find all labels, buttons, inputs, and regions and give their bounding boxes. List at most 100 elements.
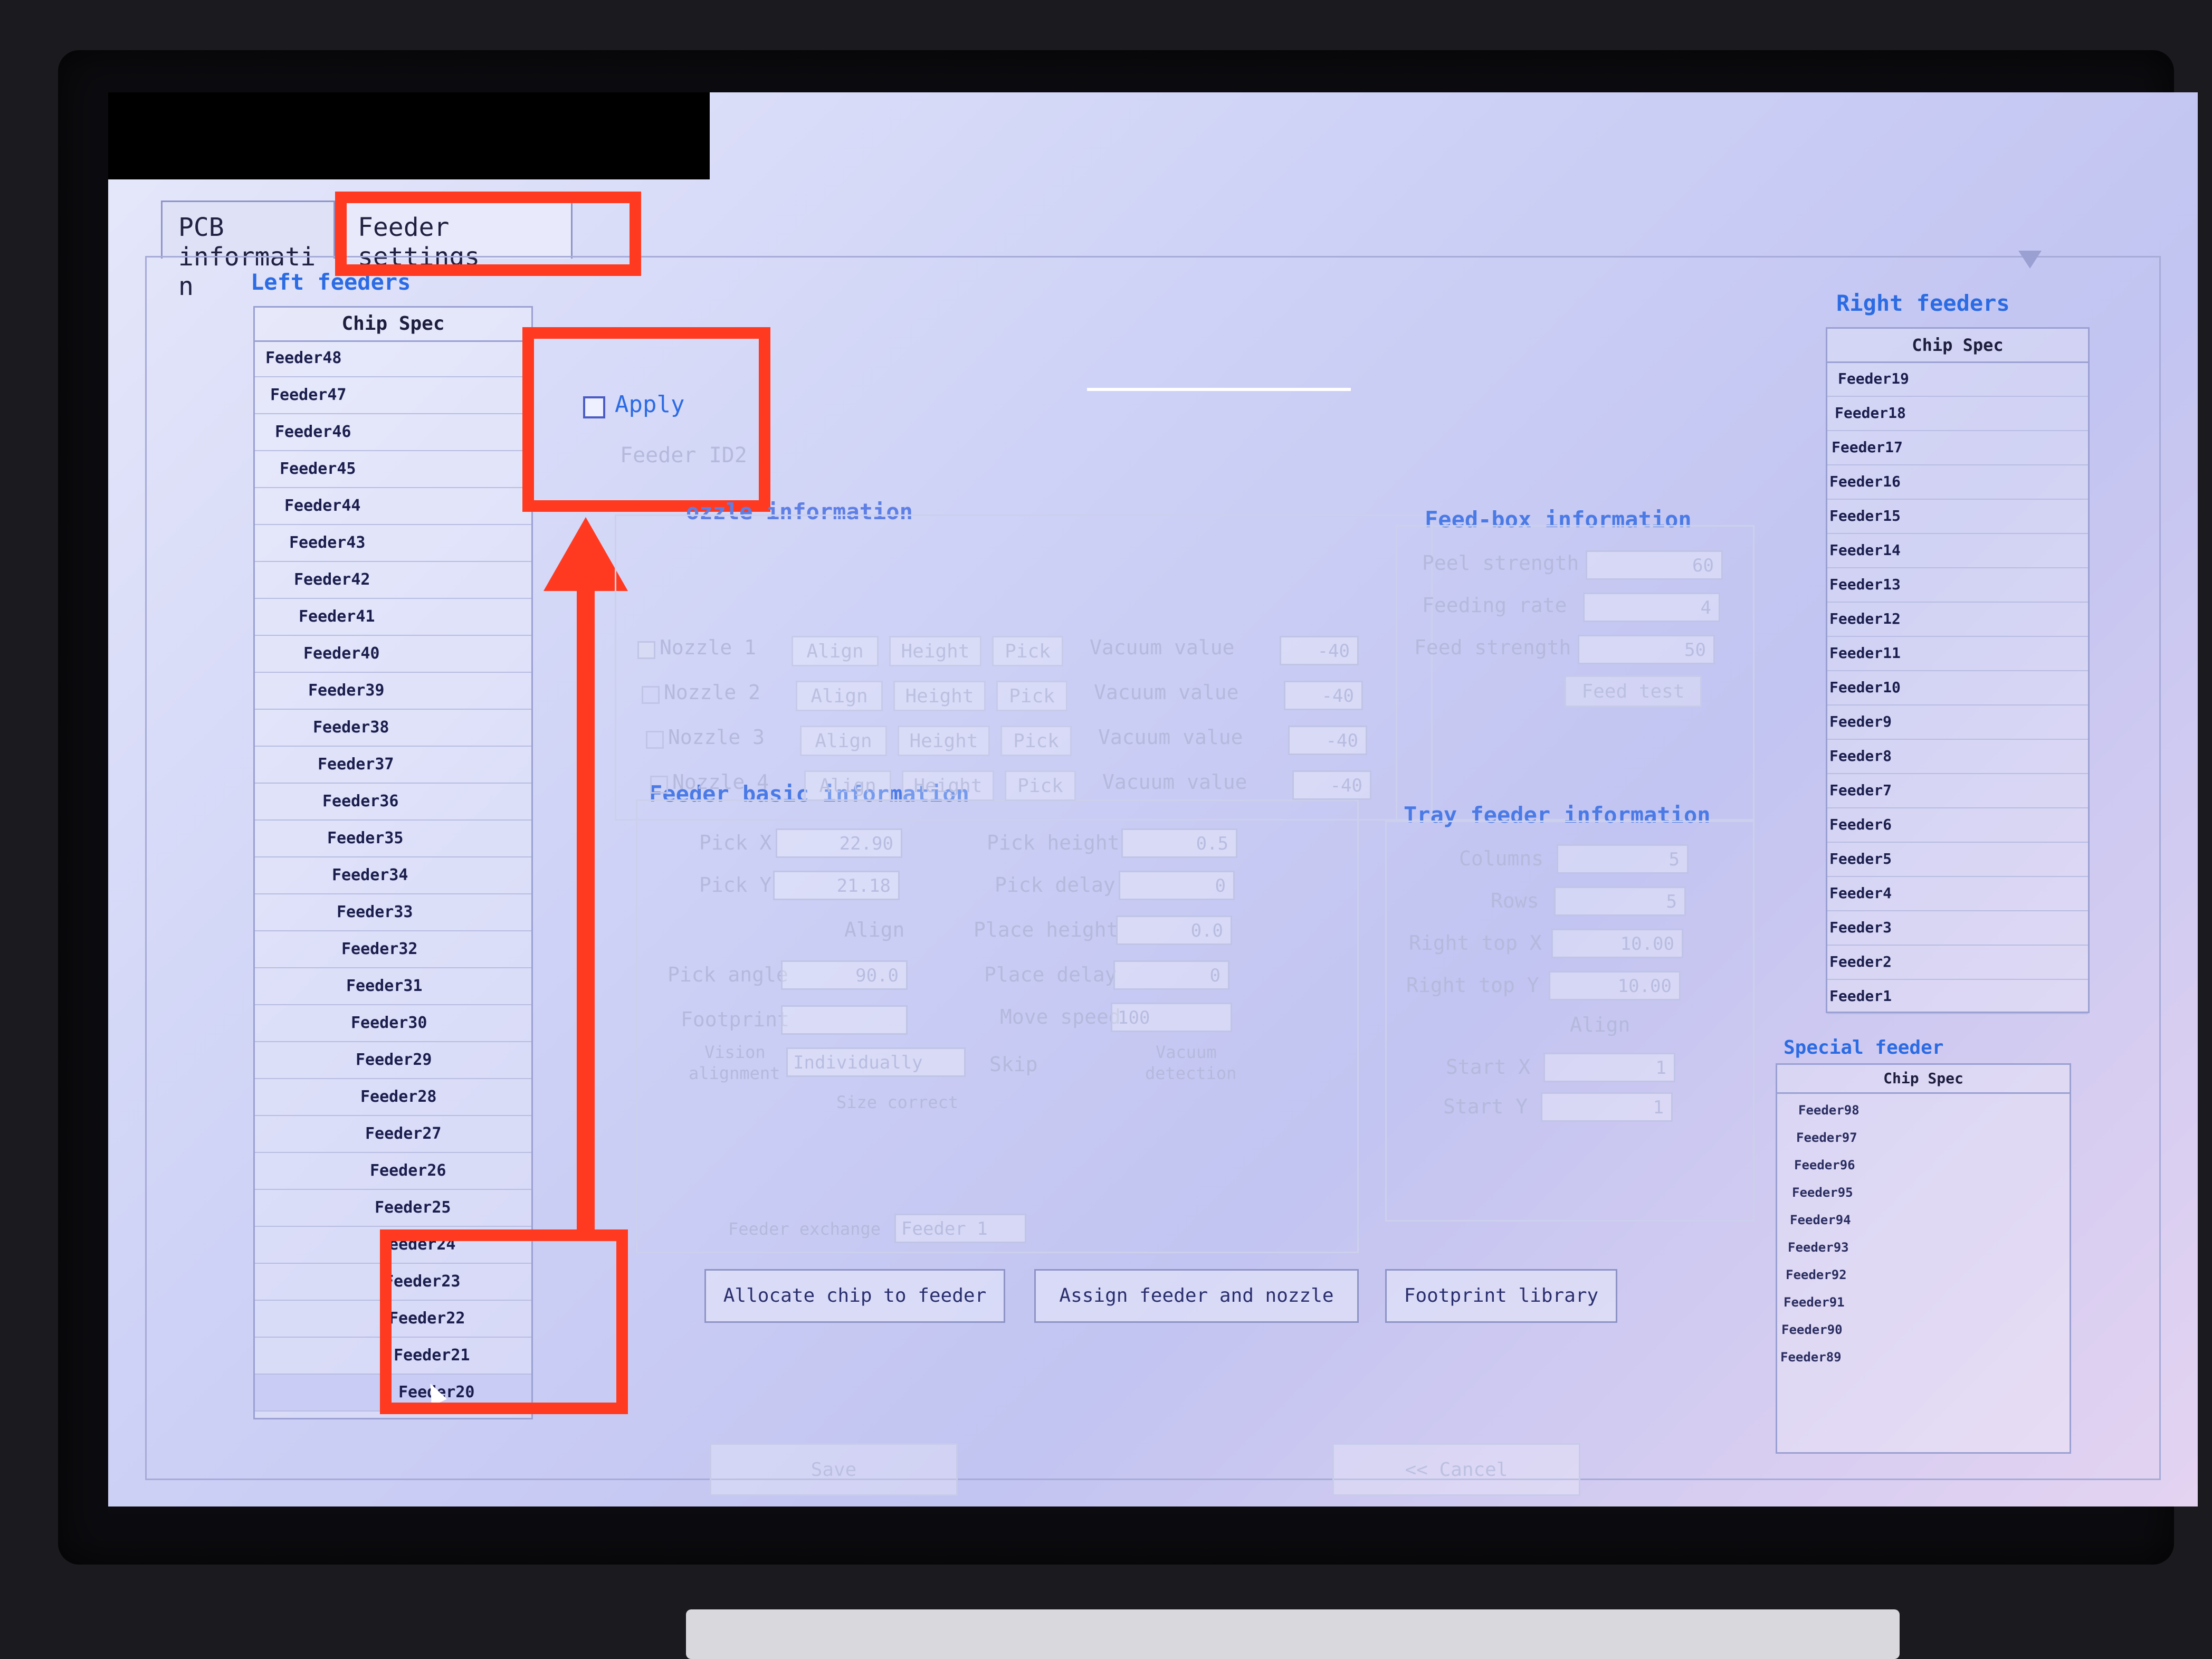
pick-y-input[interactable]: 21.18 [773, 871, 900, 900]
allocate-chip-to-feeder-button[interactable]: Allocate chip to feeder [704, 1269, 1005, 1323]
feeder-row[interactable]: Feeder4 [1827, 876, 2088, 911]
special-feeder-row[interactable]: Feeder89 [1777, 1343, 2070, 1371]
feeder-row[interactable]: Feeder25 [255, 1190, 531, 1227]
special-feeder-row[interactable]: Feeder90 [1777, 1316, 2070, 1343]
feeder-row[interactable]: Feeder11 [1827, 636, 2088, 671]
nozzle-3-align-button[interactable]: Align [800, 726, 887, 756]
move-speed-input[interactable]: 100 [1111, 1003, 1232, 1032]
feeder-row[interactable]: Feeder42 [255, 562, 531, 599]
nozzle-1-height-button[interactable]: Height [889, 636, 981, 666]
special-feeder-row[interactable]: Feeder98 [1777, 1097, 2070, 1124]
feeder-row[interactable]: Feeder46 [255, 414, 531, 451]
feeder-row[interactable]: Feeder15 [1827, 499, 2088, 534]
nozzle-3-pick-button[interactable]: Pick [1000, 726, 1072, 756]
special-feeder-row[interactable]: Feeder95 [1777, 1179, 2070, 1206]
pick-angle-input[interactable]: 90.0 [781, 960, 908, 990]
footprint-input[interactable] [781, 1005, 908, 1035]
right-top-y-input[interactable]: 10.00 [1549, 971, 1681, 1000]
nozzle-1-pick-button[interactable]: Pick [992, 636, 1063, 666]
place-delay-input[interactable]: 0 [1113, 960, 1229, 990]
feeder-row[interactable]: Feeder10 [1827, 670, 2088, 705]
feeder-row[interactable]: Feeder5 [1827, 842, 2088, 877]
special-feeder-row[interactable]: Feeder94 [1777, 1206, 2070, 1234]
special-feeder-row[interactable]: Feeder93 [1777, 1234, 2070, 1261]
feeder-row[interactable]: Feeder16 [1827, 464, 2088, 500]
feed-strength-input[interactable]: 50 [1578, 635, 1715, 664]
nozzle-4-vacuum-input[interactable]: -40 [1292, 770, 1371, 800]
nozzle-1-vacuum-input[interactable]: -40 [1280, 636, 1359, 665]
feeder-row[interactable]: Feeder3 [1827, 910, 2088, 946]
nozzle-3-height-button[interactable]: Height [898, 726, 990, 756]
cancel-button[interactable]: << Cancel [1332, 1443, 1580, 1496]
feeder-row[interactable]: Feeder35 [255, 821, 531, 857]
feeder-row[interactable]: Feeder36 [255, 784, 531, 821]
nozzle-4-align-button[interactable]: Align [804, 770, 891, 801]
nozzle-3-checkbox[interactable] [646, 731, 664, 749]
pick-height-input[interactable]: 0.5 [1121, 828, 1237, 858]
feeder-row[interactable]: Feeder30 [255, 1005, 531, 1042]
feeder-row[interactable]: Feeder28 [255, 1079, 531, 1116]
basic-align-button[interactable]: Align [844, 918, 904, 941]
feeder-row[interactable]: Feeder38 [255, 710, 531, 747]
feeder-row[interactable]: Feeder8 [1827, 739, 2088, 774]
feeder-row[interactable]: Feeder27 [255, 1116, 531, 1153]
feeder-row[interactable]: Feeder2 [1827, 945, 2088, 980]
vision-alignment-select[interactable]: Individually [786, 1047, 966, 1077]
feeder-row[interactable]: Feeder13 [1827, 567, 2088, 603]
feeder-row[interactable]: Feeder44 [255, 488, 531, 525]
nozzle-4-pick-button[interactable]: Pick [1005, 770, 1076, 801]
columns-input[interactable]: 5 [1557, 844, 1689, 874]
feeder-row[interactable]: Feeder41 [255, 599, 531, 636]
footprint-library-button[interactable]: Footprint library [1385, 1269, 1617, 1323]
feeder-row[interactable]: Feeder14 [1827, 533, 2088, 568]
feeder-row[interactable]: Feeder31 [255, 968, 531, 1005]
feeder-row[interactable]: Feeder19 [1827, 361, 2088, 397]
size-correct-checkbox[interactable]: Size correct [836, 1092, 958, 1112]
feeder-row[interactable]: Feeder37 [255, 747, 531, 784]
dropdown-arrow-icon[interactable] [2018, 251, 2042, 269]
nozzle-4-height-button[interactable]: Height [902, 770, 994, 801]
feeder-row[interactable]: Feeder40 [255, 636, 531, 673]
nozzle-2-checkbox[interactable] [642, 686, 660, 704]
feeder-row[interactable]: Feeder26 [255, 1153, 531, 1190]
special-feeder-row[interactable]: Feeder92 [1777, 1261, 2070, 1289]
feeder-row[interactable]: Feeder7 [1827, 773, 2088, 808]
feeder-row[interactable]: Feeder33 [255, 894, 531, 931]
feeder-row[interactable]: Feeder32 [255, 931, 531, 968]
special-feeder-row[interactable]: Feeder91 [1777, 1289, 2070, 1316]
feeder-row[interactable]: Feeder18 [1827, 396, 2088, 431]
special-feeder-row[interactable]: Feeder97 [1777, 1124, 2070, 1151]
place-height-input[interactable]: 0.0 [1116, 916, 1232, 945]
pick-delay-input[interactable]: 0 [1119, 871, 1235, 900]
feeder-row[interactable]: Feeder34 [255, 857, 531, 894]
feeder-row[interactable]: Feeder9 [1827, 704, 2088, 740]
start-y-input[interactable]: 1 [1541, 1092, 1673, 1122]
pick-x-input[interactable]: 22.90 [776, 828, 902, 858]
feeder-row[interactable]: Feeder17 [1827, 430, 2088, 465]
save-button[interactable]: Save [710, 1443, 958, 1496]
feeder-exchange-select[interactable]: Feeder 1 [894, 1214, 1026, 1243]
nozzle-4-checkbox[interactable] [650, 776, 668, 794]
feeder-row[interactable]: Feeder1 [1827, 979, 2088, 1014]
apply-checkbox[interactable] [583, 396, 605, 418]
feeder-row[interactable]: Feeder43 [255, 525, 531, 562]
feeder-row[interactable]: Feeder45 [255, 451, 531, 488]
tab-pcb-information[interactable]: PCB informati n [161, 201, 335, 301]
nozzle-1-align-button[interactable]: Align [792, 636, 879, 666]
feeder-row[interactable]: Feeder6 [1827, 807, 2088, 843]
start-x-input[interactable]: 1 [1543, 1053, 1675, 1082]
feeder-row[interactable]: Feeder12 [1827, 602, 2088, 637]
nozzle-2-align-button[interactable]: Align [796, 681, 883, 711]
nozzle-1-checkbox[interactable] [637, 641, 655, 659]
nozzle-2-height-button[interactable]: Height [893, 681, 986, 711]
assign-feeder-and-nozzle-button[interactable]: Assign feeder and nozzle [1034, 1269, 1359, 1323]
feed-test-button[interactable]: Feed test [1565, 675, 1702, 707]
rows-input[interactable]: 5 [1554, 886, 1686, 916]
nozzle-2-vacuum-input[interactable]: -40 [1284, 681, 1363, 710]
feeding-rate-input[interactable]: 4 [1583, 593, 1720, 622]
right-top-x-input[interactable]: 10.00 [1551, 929, 1683, 958]
special-feeder-row[interactable]: Feeder96 [1777, 1151, 2070, 1179]
feeder-row[interactable]: Feeder39 [255, 673, 531, 710]
feeder-row[interactable]: Feeder47 [255, 377, 531, 414]
feeder-row[interactable]: Feeder48 [255, 340, 531, 377]
